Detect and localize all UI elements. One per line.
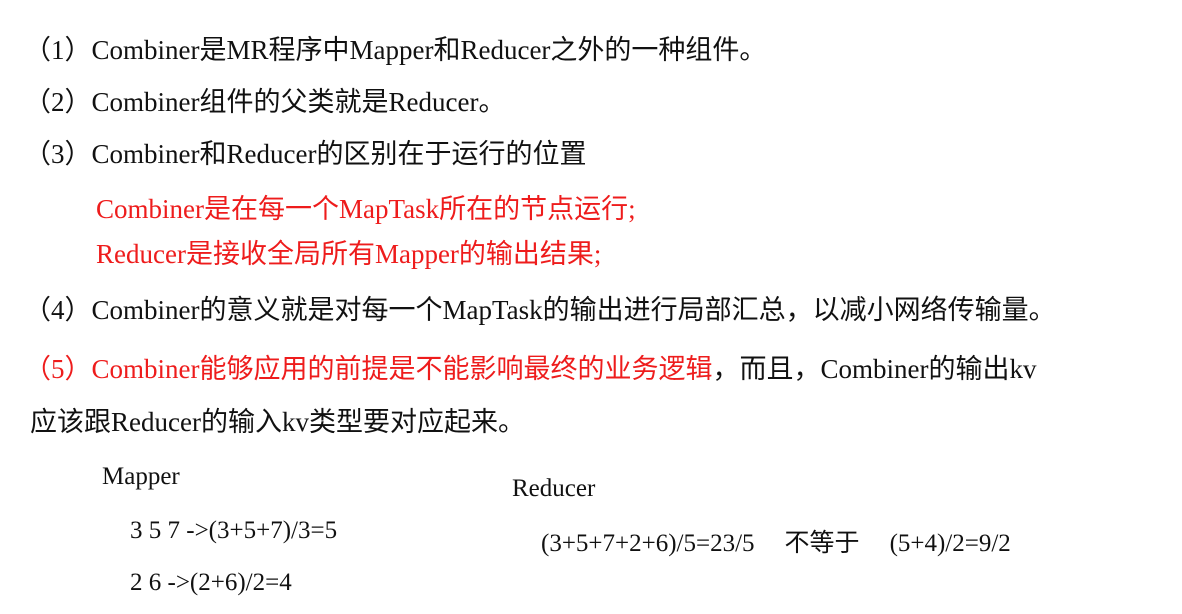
point-5: （5）Combiner能够应用的前提是不能影响最终的业务逻辑，而且，Combin… [24, 352, 1037, 386]
combiner-alt-expression: (5+4)/2=9/2 [889, 530, 1011, 557]
point-4: （4）Combiner的意义就是对每一个MapTask的输出进行局部汇总，以减小… [24, 295, 1056, 325]
mapper-title: Mapper [102, 463, 180, 490]
point-2: （2）Combiner组件的父类就是Reducer。 [24, 87, 506, 117]
reducer-title: Reducer [512, 475, 596, 502]
point-5-rest: ，而且，Combiner的输出kv [712, 354, 1037, 384]
mapper-line-1: 3 5 7 ->(3+5+7)/3=5 [130, 517, 338, 544]
point-5-continuation: 应该跟Reducer的输入kv类型要对应起来。 [30, 407, 525, 437]
not-equal-label: 不等于 [784, 530, 860, 557]
mapper-line-2: 2 6 ->(2+6)/2=4 [130, 569, 292, 596]
point-5-highlight: （5）Combiner能够应用的前提是不能影响最终的业务逻辑 [24, 354, 713, 384]
point-3-detail-reducer: Reducer是接收全局所有Mapper的输出结果; [96, 239, 602, 269]
reducer-expression: (3+5+7+2+6)/5=23/5 不等于 (5+4)/2=9/2 [541, 528, 1011, 560]
reducer-sum-expression: (3+5+7+2+6)/5=23/5 [541, 530, 755, 557]
point-3: （3）Combiner和Reducer的区别在于运行的位置 [24, 139, 587, 169]
point-1: （1）Combiner是MR程序中Mapper和Reducer之外的一种组件。 [24, 35, 767, 65]
point-3-detail-combiner: Combiner是在每一个MapTask所在的节点运行; [96, 194, 636, 224]
